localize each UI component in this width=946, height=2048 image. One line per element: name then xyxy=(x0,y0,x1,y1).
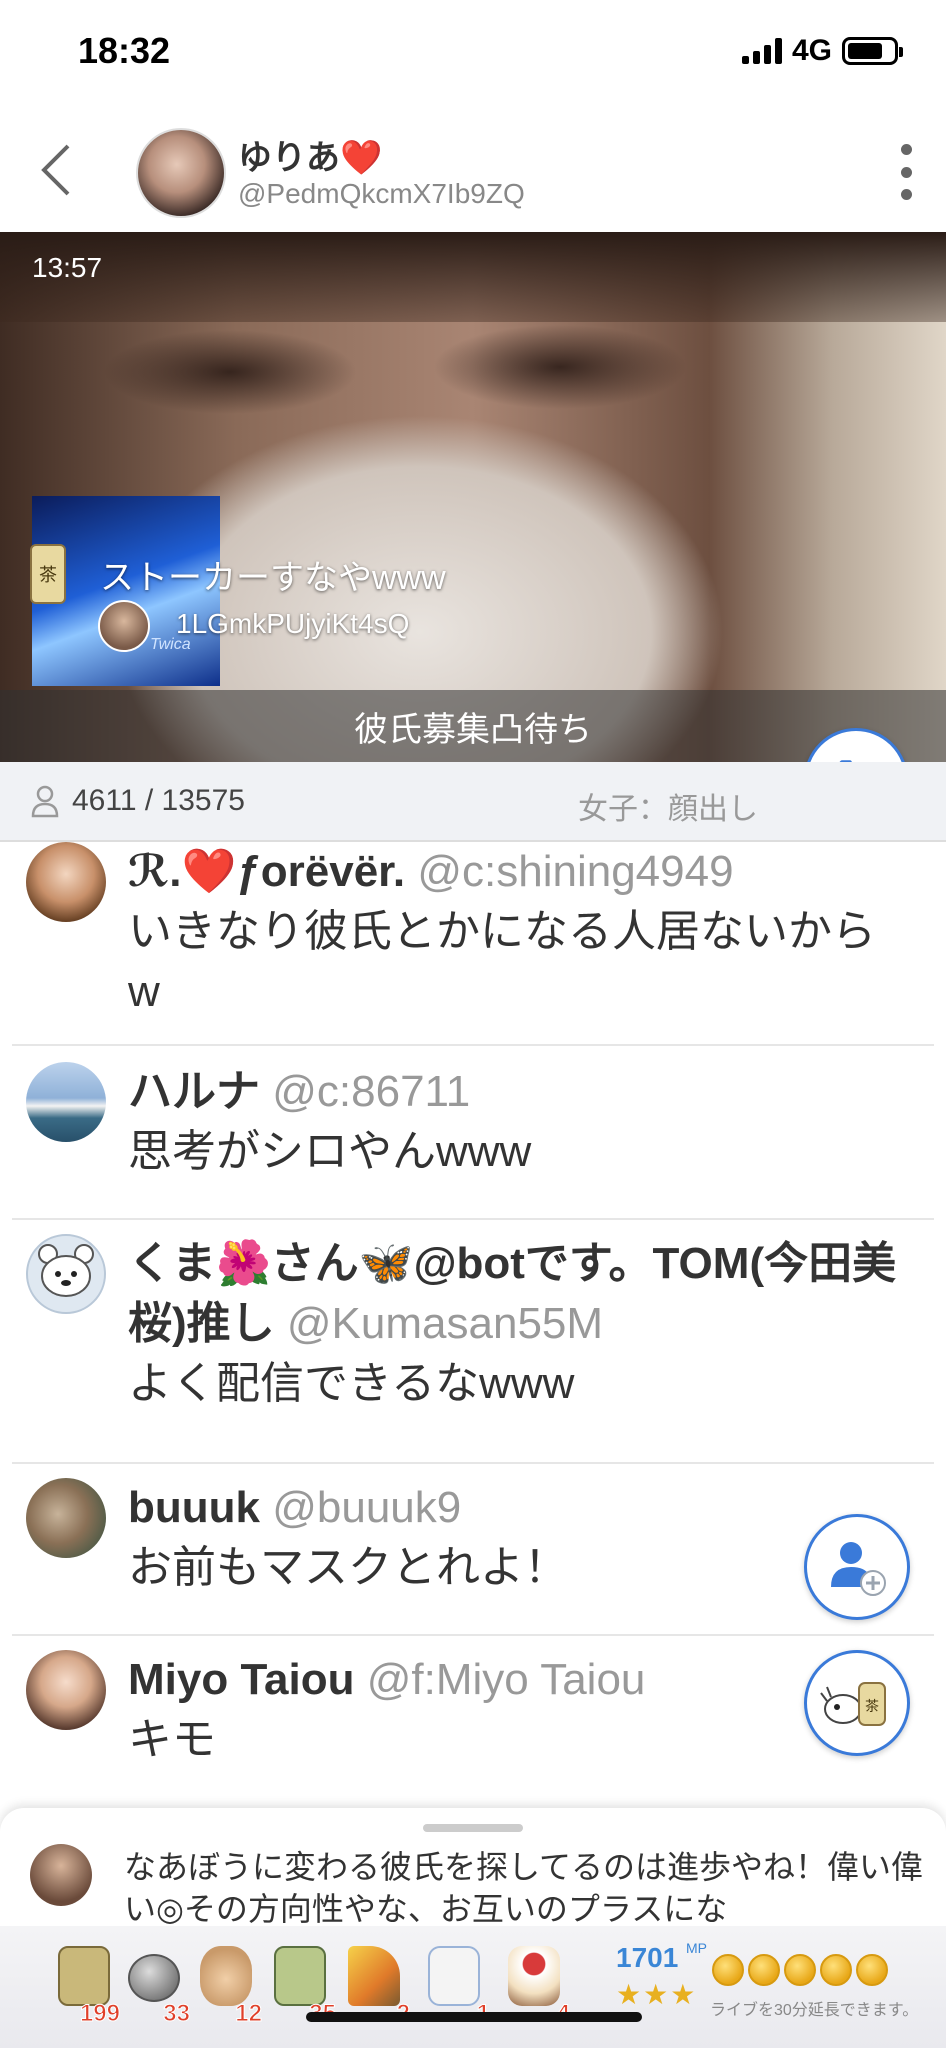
more-dots-icon xyxy=(900,144,912,155)
commenter-avatar[interactable] xyxy=(26,1234,106,1314)
gift-cake[interactable]: 4 xyxy=(504,1946,571,2028)
comment-text: 思考がシロやんwww xyxy=(128,1127,532,1176)
comment-list[interactable]: ℛ.❤️ƒorëvër. @c:shining4949 いきなり彼氏とかになる人… xyxy=(0,842,946,1802)
viewer-count: 4611 / 13575 xyxy=(72,784,245,817)
svg-text:茶: 茶 xyxy=(865,1699,879,1715)
divider xyxy=(12,1044,934,1046)
pinned-comment-avatar xyxy=(30,1844,92,1906)
comment-text: いきなり彼氏とかになる人居ないからw xyxy=(128,907,876,1016)
live-video[interactable]: 13:57 Twica 茶 ストーカーすなやwww 1LGmkPUjyiKt4s… xyxy=(0,232,946,762)
extend-coins[interactable] xyxy=(712,1954,888,1986)
gift-count: 12 xyxy=(235,2000,263,2028)
penguin-icon xyxy=(428,1946,480,2006)
bear-icon xyxy=(38,1244,94,1297)
gift-penguin[interactable]: 1 xyxy=(424,1946,491,2028)
divider xyxy=(12,1634,934,1636)
status-bar: 18:32 4G xyxy=(0,0,946,104)
stats-bar: 4611 / 13575 女子：顔出し xyxy=(0,762,946,842)
pinned-comment-text: なあぼうに変わる彼氏を探してるのは進歩やね！偉い偉い◎その方向性やな、お互いのプ… xyxy=(124,1849,924,1926)
elapsed-time: 13:57 xyxy=(32,252,103,283)
cake-icon xyxy=(508,1946,560,2006)
tea-bird-icon: 茶 xyxy=(820,1682,886,1726)
live-caption: 彼氏募集凸待ち xyxy=(0,690,946,762)
gift-count: 33 xyxy=(163,2000,191,2028)
commenter-avatar[interactable] xyxy=(26,1478,106,1558)
host-name[interactable]: ゆりあ❤️ xyxy=(238,130,382,179)
person-icon xyxy=(31,785,59,818)
commenter-name[interactable]: Miyo Taiou xyxy=(128,1655,355,1704)
comment-text: お前もマスクとれよ！ xyxy=(128,1543,568,1592)
gift-sender-avatar xyxy=(98,600,150,652)
status-indicators: 4G xyxy=(741,34,903,68)
star-rating: ★★★ xyxy=(616,1979,698,2010)
commenter-handle: @buuuk9 xyxy=(272,1483,462,1532)
commenter-avatar[interactable] xyxy=(26,842,106,922)
gift-count: 199 xyxy=(79,2000,120,2028)
network-type: 4G xyxy=(791,34,832,67)
gift-party-popper[interactable]: 2 xyxy=(344,1946,411,2028)
commenter-handle: @c:shining4949 xyxy=(417,847,734,896)
host-id: @PedmQkcmX7Ib9ZQ xyxy=(238,178,525,209)
send-tea-button[interactable]: 茶 xyxy=(804,1650,910,1756)
comment-text: キモ xyxy=(128,1715,216,1764)
commenter-handle: @f:Miyo Taiou xyxy=(366,1655,646,1704)
party-popper-icon xyxy=(348,1946,400,2006)
tea-10-icon xyxy=(274,1946,326,2006)
gift-sender-id: 1LGmkPUjyiKt4sQ xyxy=(176,608,410,639)
follow-button[interactable] xyxy=(804,1514,910,1620)
points-unit: MP xyxy=(686,1940,707,1956)
commenter-avatar[interactable] xyxy=(26,1650,106,1730)
commenter-avatar[interactable] xyxy=(26,1062,106,1142)
gift-tea-cup[interactable]: 199 xyxy=(54,1946,121,2028)
commenter-handle: @Kumasan55M xyxy=(286,1299,604,1348)
tea-cup-icon xyxy=(58,1946,110,2006)
coin-icon xyxy=(712,1954,744,1986)
back-button[interactable] xyxy=(30,140,90,200)
pinned-comment-sheet[interactable]: なあぼうに変わる彼氏を探してるのは進歩やね！偉い偉い◎その方向性やな、お互いのプ… xyxy=(0,1808,946,1926)
status-time: 18:32 xyxy=(78,30,171,71)
sheet-handle[interactable] xyxy=(423,1824,523,1832)
comment-text: よく配信できるなwww xyxy=(128,1359,575,1408)
gift-bar: 199 33 12 35 2 1 4 1701 MP ★★★ ライブを30分延長… xyxy=(0,1926,946,2048)
stream-category[interactable]: 女子：顔出し xyxy=(578,784,758,828)
gift-tea-10[interactable]: 35 xyxy=(270,1946,336,2028)
commenter-name[interactable]: ハルナ xyxy=(128,1067,260,1116)
live-header: ゆりあ❤️ @PedmQkcmX7Ib9ZQ xyxy=(0,110,946,230)
divider xyxy=(12,1218,934,1220)
points-value: 1701 xyxy=(616,1942,679,1973)
commenter-handle: @c:86711 xyxy=(272,1067,471,1116)
battery-icon xyxy=(842,37,903,65)
host-avatar[interactable] xyxy=(136,128,226,218)
clap-hands-icon xyxy=(200,1946,252,2006)
signal-icon xyxy=(741,38,782,64)
commenter-name[interactable]: buuuk xyxy=(128,1483,260,1532)
divider xyxy=(12,1462,934,1464)
add-user-icon xyxy=(831,1542,886,1596)
tea-gift-icon: 茶 xyxy=(30,544,66,604)
gift-message: ストーカーすなやwww xyxy=(100,559,446,597)
chevron-left-icon xyxy=(41,144,70,196)
extend-live-text[interactable]: ライブを30分延長できます。 xyxy=(710,1996,918,2020)
gift-clap-hands[interactable]: 12 xyxy=(196,1946,262,2028)
coin-stack-icon xyxy=(128,1954,180,2002)
more-options-button[interactable] xyxy=(894,144,918,200)
home-indicator[interactable] xyxy=(306,2012,642,2022)
commenter-name[interactable]: ℛ.❤️ƒorëvër. xyxy=(128,847,405,896)
gift-coin-stack[interactable]: 33 xyxy=(124,1946,190,2028)
